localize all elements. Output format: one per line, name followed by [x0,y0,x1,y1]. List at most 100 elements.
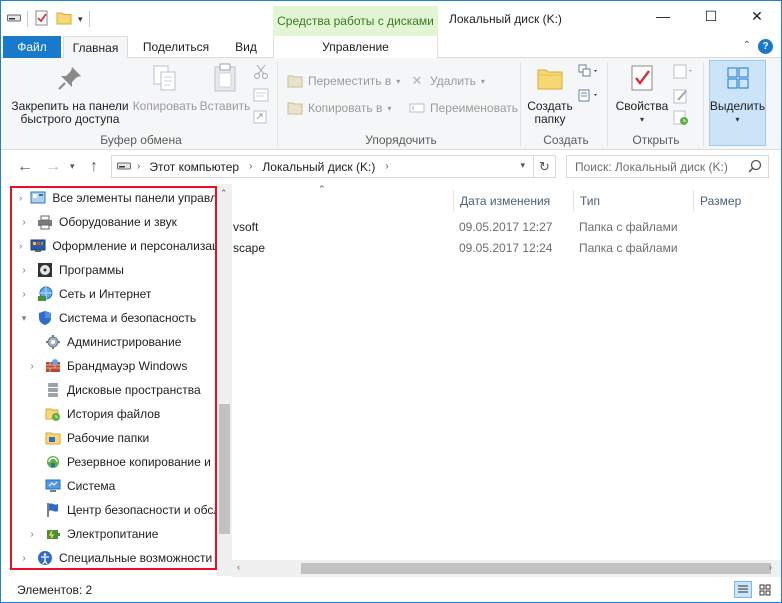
group-divider [520,62,521,146]
window-title: Локальный диск (K:) [449,12,562,26]
properties-label: Свойства [615,99,669,113]
qat-dropdown-icon[interactable]: ▾ [78,14,83,25]
chevron-down-icon: ▾ [387,103,392,113]
chevron-down-icon: ▾ [735,115,740,124]
refresh-icon[interactable]: ↻ [533,156,555,177]
address-bar[interactable]: › Этот компьютер › Локальный диск (K:) ›… [111,155,556,178]
close-button[interactable]: ✕ [735,1,779,31]
column-header-size[interactable]: Размер [693,190,781,212]
back-arrow-icon[interactable]: ← [17,158,33,176]
forward-arrow-icon[interactable]: → [45,158,61,176]
scroll-up-icon[interactable]: ⌃ [220,188,228,199]
copy-to-button[interactable]: Копировать в ▾ [287,97,391,119]
easy-access-icon[interactable] [578,88,600,107]
group-label-new: Создать [543,133,589,147]
select-button[interactable]: Выделить ▾ [709,62,766,126]
column-header-type[interactable]: Тип [573,190,693,212]
minimize-button[interactable]: — [641,1,685,31]
highlight-frame [10,186,217,570]
breadcrumb-local-disk[interactable]: Локальный диск (K:) [262,160,375,174]
paste-button[interactable]: Вставить [199,62,251,113]
rename-button[interactable]: Переименовать [409,97,518,119]
file-name: vsoft [233,220,259,234]
chevron-down-icon: ▾ [639,115,644,124]
properties-check-icon[interactable] [34,10,50,29]
new-folder-label-line2: папку [534,112,566,126]
chevron-down-icon: ▾ [396,76,401,86]
history-icon[interactable] [673,110,689,129]
horizontal-scrollbar-thumb[interactable] [301,563,771,574]
breadcrumb-separator-icon: › [137,161,141,172]
select-all-icon [722,62,754,94]
copy-path-icon[interactable] [253,88,269,105]
nav-scrollbar-thumb[interactable] [219,404,230,534]
title-bar: ▾ Средства работы с дисками Локальный ди… [1,1,781,36]
table-row[interactable]: vsoft 09.05.2017 12:27 Папка с файлами [232,217,781,237]
table-row[interactable]: scape 09.05.2017 12:24 Папка с файлами [232,238,781,258]
maximize-button[interactable]: ☐ [689,1,733,31]
tab-share[interactable]: Поделиться [135,36,217,58]
group-divider [277,62,278,146]
drive-icon[interactable] [7,12,21,26]
new-folder-icon[interactable] [56,10,72,29]
tab-file[interactable]: Файл [3,36,61,58]
tab-view[interactable]: Вид [223,36,269,58]
large-icons-view-icon[interactable] [756,581,774,598]
quick-access-toolbar: ▾ [7,9,90,29]
file-list: ⌃ Дата изменения Тип Размер vsoft 09.05.… [232,184,781,576]
copy-button[interactable]: Копировать [129,62,201,113]
file-type: Папка с файлами [579,220,678,234]
file-name: scape [233,241,266,255]
new-item-icon[interactable] [578,64,600,83]
open-icon[interactable] [673,64,695,83]
search-input[interactable]: Поиск: Локальный диск (K:) [566,155,769,178]
status-bar: Элементов: 2 [1,577,781,602]
delete-icon: ✕ [411,73,423,88]
sort-ascending-icon: ⌃ [318,184,326,194]
group-label-clipboard: Буфер обмена [100,133,182,147]
recent-locations-icon[interactable]: ▾ [70,161,75,172]
properties-icon [626,62,658,94]
ribbon-collapse-icon[interactable]: ⌃ [743,40,751,51]
select-label: Выделить [709,99,766,113]
copy-label: Копировать [132,99,198,113]
details-view-icon[interactable] [734,581,752,598]
breadcrumb-separator-icon: › [385,161,389,172]
tab-manage[interactable]: Управление [273,36,438,58]
pin-icon [54,62,86,94]
search-icon [748,159,762,176]
chevron-down-icon: ▾ [480,76,485,86]
paste-shortcut-icon[interactable] [253,110,267,127]
pin-label-line2: быстрого доступа [20,112,120,126]
breadcrumb-this-pc[interactable]: Этот компьютер [149,160,239,174]
properties-button[interactable]: Свойства ▾ [613,62,671,126]
scroll-right-icon[interactable]: › [769,562,772,572]
group-label-open: Открыть [632,133,680,147]
rename-label: Переименовать [430,101,518,115]
group-divider [703,62,704,146]
context-tab-title: Средства работы с дисками [273,6,438,36]
file-modified: 09.05.2017 12:27 [459,220,553,234]
delete-label: Удалить [430,74,476,88]
scroll-left-icon[interactable]: ‹ [237,562,240,572]
edit-icon[interactable] [673,88,689,107]
column-header-modified[interactable]: Дата изменения [453,190,573,212]
ribbon: Закрепить на панели быстрого доступа Коп… [1,58,781,150]
move-to-icon [287,73,303,89]
help-icon[interactable]: ? [758,39,773,54]
address-dropdown-icon[interactable]: ▾ [520,160,525,171]
new-folder-button[interactable]: Создать папку [523,62,577,126]
delete-button[interactable]: ✕ Удалить ▾ [409,70,485,92]
paste-icon [209,62,241,94]
ribbon-tabs: Файл Главная Поделиться Вид Управление ⌃… [1,36,781,59]
search-placeholder: Поиск: Локальный диск (K:) [575,159,728,174]
cut-icon[interactable] [253,64,269,83]
qat-divider [27,11,28,27]
navigation-bar: ← → ▾ ↑ › Этот компьютер › Локальный дис… [1,150,781,184]
up-arrow-icon[interactable]: ↑ [90,158,98,176]
move-to-label: Переместить в [308,74,392,88]
move-to-button[interactable]: Переместить в ▾ [287,70,400,92]
pin-quick-access-button[interactable]: Закрепить на панели быстрого доступа [9,62,131,126]
group-divider [607,62,608,146]
tab-home[interactable]: Главная [63,36,128,59]
